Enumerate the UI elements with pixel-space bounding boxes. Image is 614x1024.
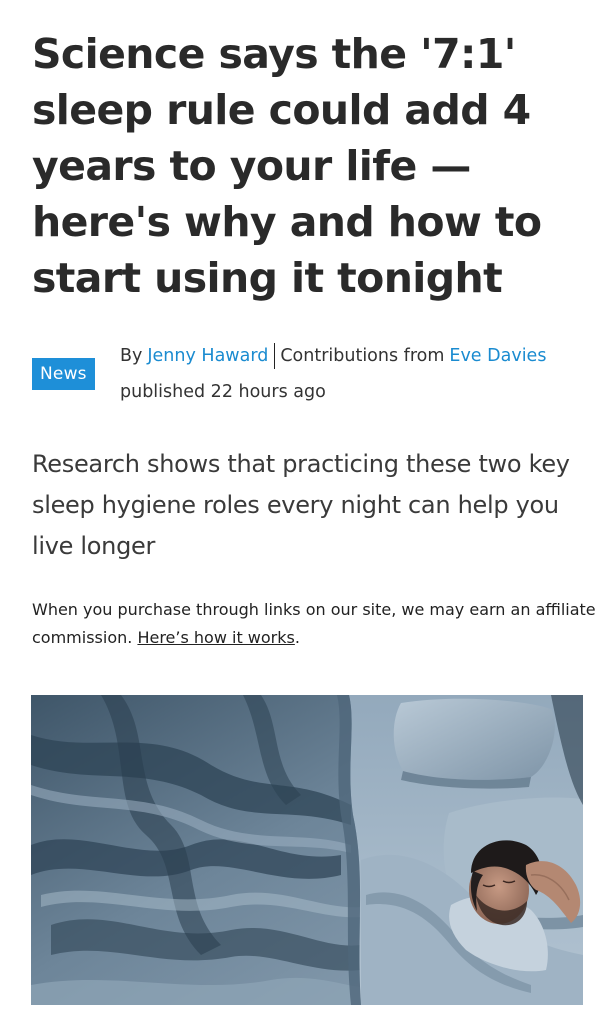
- affiliate-disclaimer: When you purchase through links on our s…: [32, 596, 597, 652]
- contributor-link[interactable]: Eve Davies: [449, 344, 546, 368]
- sleeping-man-illustration: [31, 695, 583, 1005]
- hero-image[interactable]: [31, 695, 583, 1005]
- disclaimer-text: When you purchase through links on our s…: [32, 600, 596, 647]
- article-meta: News By Jenny Haward Contributions from …: [32, 340, 592, 410]
- article-standfirst: Research shows that practicing these two…: [32, 450, 570, 560]
- published-date: published 22 hours ago: [120, 382, 326, 402]
- author-link[interactable]: Jenny Haward: [147, 344, 268, 368]
- article-headline: Science says the '7:1' sleep rule could …: [32, 30, 542, 302]
- contributions-prefix: Contributions from: [280, 346, 445, 366]
- byline-divider: [274, 343, 276, 369]
- byline: By Jenny Haward Contributions from Eve D…: [120, 343, 600, 404]
- byline-prefix: By: [120, 346, 143, 366]
- byline-authors: By Jenny Haward Contributions from Eve D…: [120, 343, 600, 369]
- disclaimer-suffix: .: [294, 628, 300, 647]
- category-badge[interactable]: News: [32, 358, 95, 390]
- how-it-works-link[interactable]: Here’s how it works: [137, 628, 294, 647]
